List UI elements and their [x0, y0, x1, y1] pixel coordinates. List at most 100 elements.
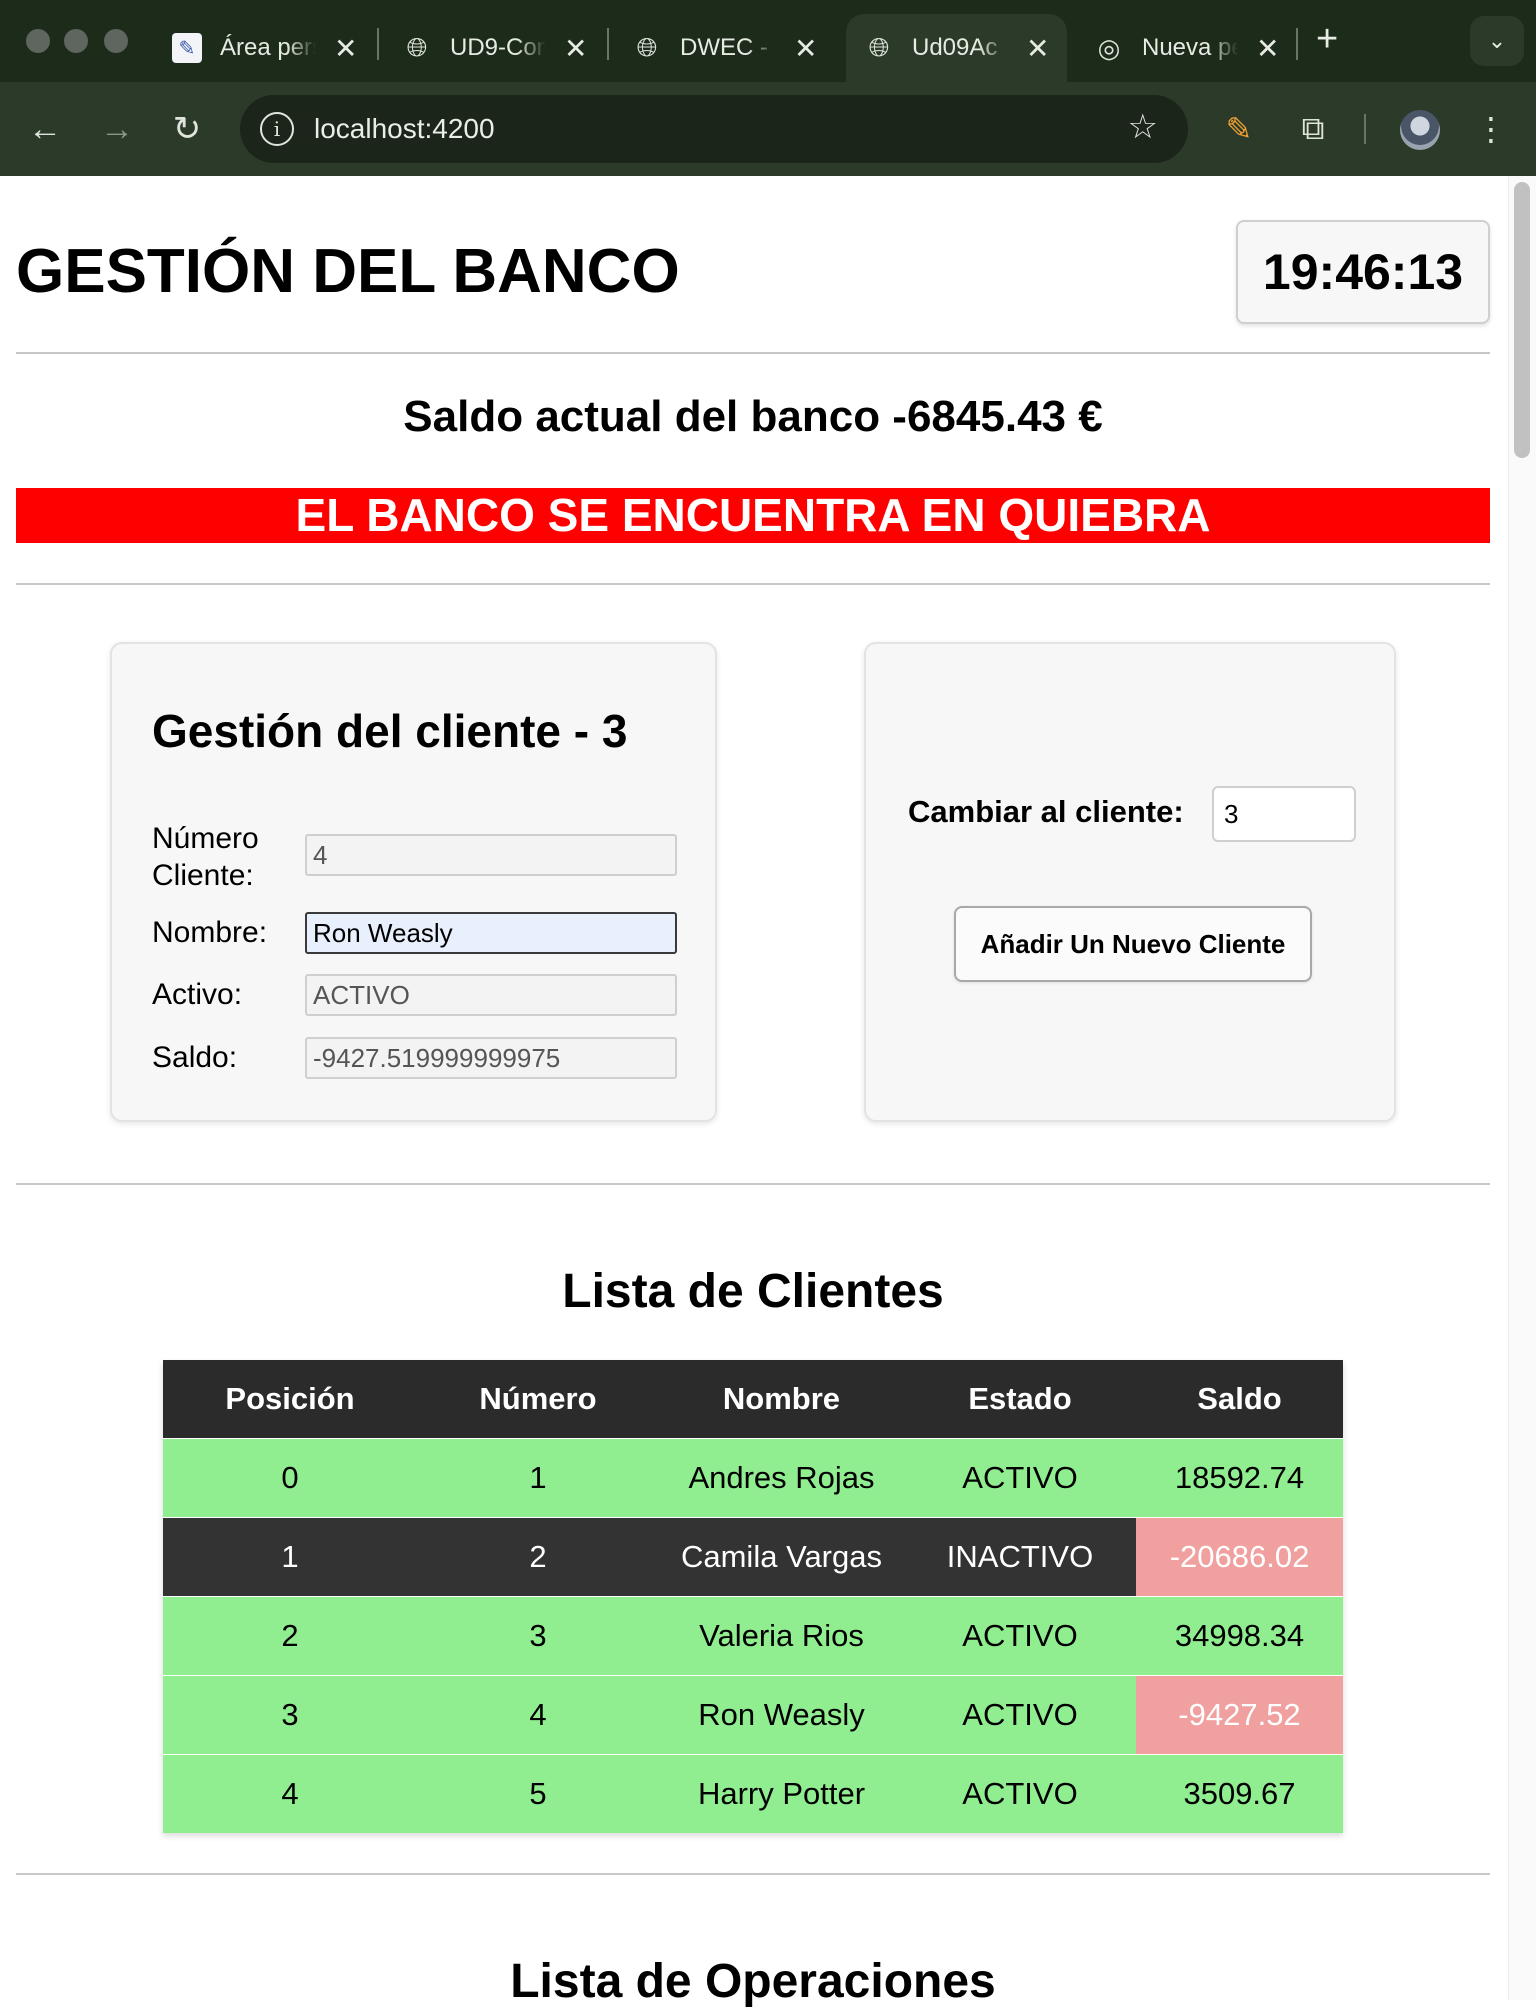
browser-tab[interactable]: 🌐︎ DWEC - ✕: [614, 14, 818, 82]
col-header-position: Posición: [163, 1360, 417, 1438]
cell-name: Harry Potter: [659, 1753, 904, 1833]
browser-tab[interactable]: 🌐︎ UD9-Con ✕: [384, 14, 588, 82]
close-icon[interactable]: ✕: [1026, 32, 1049, 65]
cell-name: Ron Weasly: [659, 1674, 904, 1754]
browser-tab-active[interactable]: 🌐︎ Ud09Ac ✕: [846, 14, 1068, 82]
client-name-field[interactable]: Ron Weasly: [305, 912, 677, 954]
client-balance-label: Saldo:: [152, 1041, 238, 1074]
pen-extension-icon[interactable]: ✎: [1214, 104, 1264, 154]
cell-position: 4: [163, 1753, 417, 1833]
cell-status: INACTIVO: [904, 1516, 1136, 1596]
col-header-name: Nombre: [659, 1360, 904, 1438]
page-title: GESTIÓN DEL BANCO: [16, 237, 680, 306]
tab-label: UD9-Con: [450, 34, 546, 61]
client-balance-field[interactable]: -9427.519999999975: [305, 1037, 677, 1079]
tab-separator: [377, 28, 379, 60]
bookmark-star-icon[interactable]: ☆: [1128, 107, 1158, 147]
table-row[interactable]: 4 5 Harry Potter ACTIVO 3509.67: [163, 1753, 1343, 1833]
cell-position: 3: [163, 1674, 417, 1754]
cell-name: Andres Rojas: [659, 1437, 904, 1517]
url-text[interactable]: localhost:4200: [314, 113, 495, 145]
table-row[interactable]: 3 4 Ron Weasly ACTIVO -9427.52: [163, 1674, 1343, 1754]
table-header-row: Posición Número Nombre Estado Saldo: [163, 1360, 1343, 1438]
tab-search-chevron-down-icon[interactable]: ⌄: [1470, 16, 1524, 66]
col-header-balance: Saldo: [1136, 1360, 1343, 1438]
close-icon[interactable]: ✕: [794, 32, 817, 65]
switch-client-label: Cambiar al cliente:: [908, 794, 1184, 829]
clients-table: Posición Número Nombre Estado Saldo 0 1 …: [163, 1360, 1343, 1833]
window-maximize-dot[interactable]: [104, 29, 128, 53]
globe-icon: 🌐︎: [636, 32, 658, 62]
forward-arrow-icon[interactable]: →: [92, 104, 142, 154]
cell-balance: 18592.74: [1136, 1437, 1343, 1517]
address-bar[interactable]: i localhost:4200 ☆: [240, 95, 1188, 163]
cell-balance: 3509.67: [1136, 1753, 1343, 1833]
browser-tab[interactable]: ◎ Nueva pestaña ✕: [1076, 14, 1280, 82]
browser-tab-bar: ✎ Área personal ✕ 🌐︎ UD9-Con ✕ 🌐︎ DWEC -…: [0, 0, 1536, 82]
cell-balance-negative: -9427.52: [1136, 1674, 1343, 1754]
tab-label: Nueva pestaña: [1142, 34, 1238, 61]
browser-toolbar: ← → ↻ i localhost:4200 ☆ ✎ ⧉ ⋮: [0, 82, 1536, 176]
cell-status: ACTIVO: [904, 1437, 1136, 1517]
bank-balance: Saldo actual del banco -6845.43 €: [403, 392, 1103, 441]
client-name-label: Nombre:: [152, 916, 268, 949]
kebab-menu-icon[interactable]: ⋮: [1466, 104, 1516, 154]
extensions-puzzle-icon[interactable]: ⧉: [1288, 104, 1338, 154]
window-close-dot[interactable]: [26, 29, 50, 53]
clock-display: 19:46:13: [1236, 220, 1490, 324]
operations-list-title: Lista de Operaciones: [510, 1955, 996, 2008]
cell-balance: 34998.34: [1136, 1595, 1343, 1675]
site-info-icon[interactable]: i: [260, 112, 294, 146]
col-header-status: Estado: [904, 1360, 1136, 1438]
cell-status: ACTIVO: [904, 1753, 1136, 1833]
client-active-field[interactable]: ACTIVO: [305, 974, 677, 1016]
table-row[interactable]: 1 2 Camila Vargas INACTIVO -20686.02: [163, 1516, 1343, 1596]
client-number-label: Número Cliente:: [152, 822, 259, 892]
col-header-number: Número: [417, 1360, 659, 1438]
bankruptcy-alert: EL BANCO SE ENCUENTRA EN QUIEBRA: [16, 488, 1490, 543]
divider: [16, 1873, 1490, 1875]
client-panel-title: Gestión del cliente - 3: [152, 705, 628, 757]
new-tab-plus-icon[interactable]: +: [1316, 18, 1338, 61]
cell-status: ACTIVO: [904, 1595, 1136, 1675]
close-icon[interactable]: ✕: [564, 32, 587, 65]
globe-icon: 🌐︎: [868, 32, 890, 62]
toolbar-divider: [1364, 114, 1366, 144]
client-management-card: Gestión del cliente - 3 Número Cliente: …: [110, 642, 717, 1122]
switch-client-input[interactable]: 3: [1212, 786, 1356, 842]
browser-tab[interactable]: ✎ Área personal ✕: [154, 14, 357, 82]
add-client-button[interactable]: Añadir Un Nuevo Cliente: [954, 906, 1312, 982]
cell-balance-negative: -20686.02: [1136, 1516, 1343, 1596]
cell-name: Camila Vargas: [659, 1516, 904, 1596]
switch-client-card: Cambiar al cliente: 3 Añadir Un Nuevo Cl…: [864, 642, 1396, 1122]
chrome-icon: ◎: [1097, 32, 1121, 63]
cell-number: 5: [417, 1753, 659, 1833]
scrollbar-thumb[interactable]: [1514, 182, 1530, 458]
client-number-field[interactable]: 4: [305, 834, 677, 876]
vertical-scrollbar[interactable]: [1508, 176, 1536, 2000]
divider: [16, 352, 1490, 354]
cell-number: 3: [417, 1595, 659, 1675]
clients-list-title: Lista de Clientes: [562, 1265, 944, 1318]
tab-label: DWEC -: [680, 34, 768, 61]
page-content: GESTIÓN DEL BANCO 19:46:13 Saldo actual …: [0, 176, 1536, 2008]
close-icon[interactable]: ✕: [334, 32, 357, 65]
back-arrow-icon[interactable]: ←: [20, 104, 70, 154]
document-icon: ✎: [172, 33, 202, 63]
close-icon[interactable]: ✕: [1256, 32, 1279, 65]
window-minimize-dot[interactable]: [64, 29, 88, 53]
cell-position: 2: [163, 1595, 417, 1675]
profile-avatar[interactable]: [1400, 110, 1440, 150]
table-row[interactable]: 0 1 Andres Rojas ACTIVO 18592.74: [163, 1437, 1343, 1517]
tab-separator: [607, 28, 609, 60]
cell-position: 1: [163, 1516, 417, 1596]
client-active-label: Activo:: [152, 978, 243, 1011]
globe-icon: 🌐︎: [406, 32, 428, 62]
cell-number: 2: [417, 1516, 659, 1596]
cell-position: 0: [163, 1437, 417, 1517]
divider: [16, 583, 1490, 585]
table-row[interactable]: 2 3 Valeria Rios ACTIVO 34998.34: [163, 1595, 1343, 1675]
reload-icon[interactable]: ↻: [162, 104, 212, 154]
cell-status: ACTIVO: [904, 1674, 1136, 1754]
tab-separator: [1296, 28, 1298, 60]
